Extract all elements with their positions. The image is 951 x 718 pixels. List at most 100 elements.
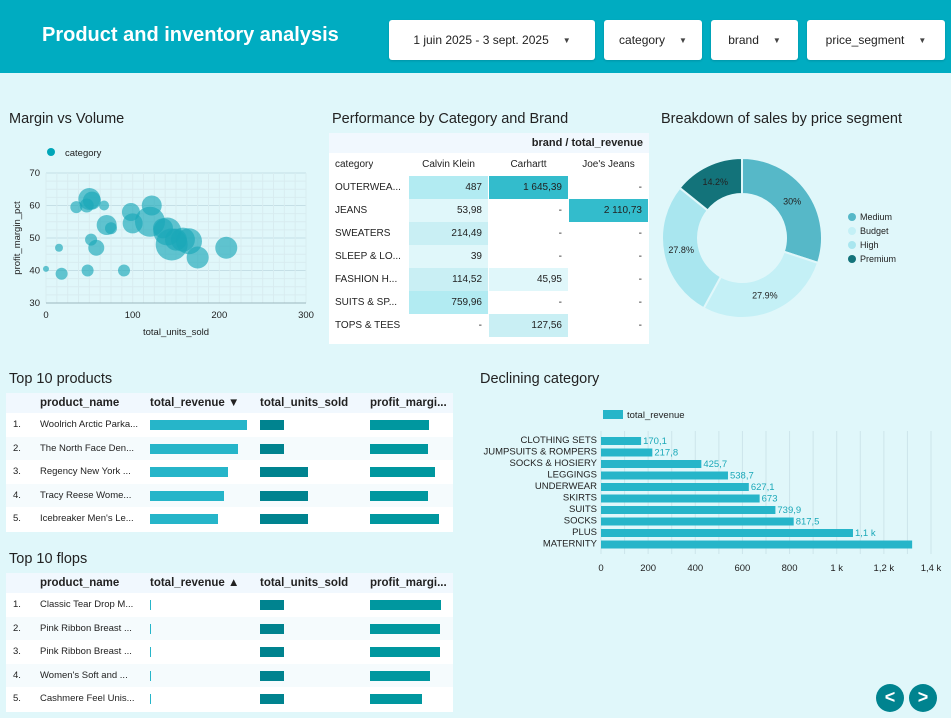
pivot-cell: 45,95 bbox=[489, 268, 568, 291]
units-bar bbox=[260, 443, 284, 454]
table-row[interactable]: 2. Pink Ribbon Breast ... bbox=[6, 616, 453, 641]
table-row[interactable]: 4. Women's Soft and ... bbox=[6, 663, 453, 688]
pie-value-label: 27.8% bbox=[668, 245, 694, 255]
scatter-point[interactable] bbox=[141, 195, 162, 216]
top-products-title: Top 10 products bbox=[9, 371, 113, 387]
scatter-point[interactable] bbox=[81, 264, 94, 277]
table-row[interactable]: 3. Pink Ribbon Breast ... bbox=[6, 640, 453, 664]
table-row[interactable]: 2. The North Face Den... bbox=[6, 436, 453, 461]
bar-value-label: 425,7 bbox=[703, 459, 727, 470]
row-number: 1. bbox=[13, 599, 21, 610]
dashboard-header: Product and inventory analysis 1 juin 20… bbox=[0, 0, 951, 73]
bar-value-label: 739,9 bbox=[777, 505, 801, 516]
next-page-button[interactable]: > bbox=[909, 684, 937, 712]
bar[interactable] bbox=[601, 494, 760, 503]
scatter-point[interactable] bbox=[43, 265, 49, 272]
x-tick-label: 300 bbox=[298, 310, 314, 321]
table-row[interactable]: 5. Cashmere Feel Unis... bbox=[6, 687, 453, 711]
pivot-cell: 39 bbox=[409, 245, 488, 268]
pivot-cell: 759,96 bbox=[409, 291, 488, 314]
bar-legend-label: total_revenue bbox=[627, 410, 685, 421]
pivot-cell: 2 110,73 bbox=[569, 199, 648, 222]
scatter-point[interactable] bbox=[55, 243, 63, 252]
pivot-cell: - bbox=[638, 297, 642, 308]
scatter-point[interactable] bbox=[88, 239, 105, 256]
x-tick-label: 400 bbox=[687, 563, 703, 574]
table-row[interactable]: 5. Icebreaker Men's Le... bbox=[6, 507, 453, 531]
brand-filter[interactable]: brand ▼ bbox=[711, 20, 798, 60]
margin-bar bbox=[370, 443, 429, 454]
scatter-point[interactable] bbox=[82, 191, 101, 210]
pie-slice[interactable] bbox=[702, 250, 820, 319]
pivot-column-header: Carhartt bbox=[510, 159, 547, 170]
legend-marker bbox=[47, 148, 55, 156]
row-number: 5. bbox=[13, 693, 21, 704]
pivot-row-label: JEANS bbox=[335, 205, 368, 216]
legend-marker bbox=[848, 241, 856, 249]
column-header[interactable]: profit_margi... bbox=[370, 393, 450, 413]
scatter-point[interactable] bbox=[215, 236, 238, 259]
pivot-cell: - bbox=[638, 228, 642, 239]
legend-label: High bbox=[860, 240, 879, 250]
x-tick-label: 200 bbox=[640, 563, 656, 574]
previous-page-button[interactable]: < bbox=[876, 684, 904, 712]
pivot-row-label: SUITS & SP... bbox=[335, 297, 398, 308]
column-header[interactable]: profit_margi... bbox=[370, 573, 450, 593]
revenue-bar bbox=[150, 514, 218, 524]
bar[interactable] bbox=[601, 517, 794, 526]
bar[interactable] bbox=[601, 529, 853, 537]
x-tick-label: 200 bbox=[211, 310, 227, 321]
bar[interactable] bbox=[601, 471, 728, 480]
bar[interactable] bbox=[601, 460, 702, 468]
scatter-point[interactable] bbox=[105, 222, 117, 235]
table-row[interactable]: 4. Tracy Reese Wome... bbox=[6, 483, 453, 508]
price-segment-filter[interactable]: price_segment ▼ bbox=[807, 20, 945, 60]
scatter-point[interactable] bbox=[55, 267, 68, 280]
row-number: 2. bbox=[13, 442, 21, 454]
column-header[interactable]: total_units_sold bbox=[260, 573, 366, 593]
pivot-cell: - bbox=[638, 251, 642, 262]
margin-bar bbox=[370, 647, 440, 657]
caret-down-icon: ▼ bbox=[679, 35, 687, 45]
top-flops-table: product_name total_revenue ▲ total_units_s… bbox=[6, 573, 453, 712]
scatter-point[interactable] bbox=[118, 264, 130, 277]
chevron-left-icon: < bbox=[884, 687, 896, 707]
column-header[interactable]: total_revenue ▼ bbox=[150, 393, 256, 413]
bar-legend-marker bbox=[603, 410, 623, 419]
table-row[interactable]: 1. Woolrich Arctic Parka... bbox=[6, 413, 453, 437]
bar[interactable] bbox=[601, 483, 749, 491]
pivot-cell: - bbox=[638, 182, 642, 193]
pivot-cell: - bbox=[558, 205, 562, 216]
bar[interactable] bbox=[601, 540, 913, 549]
x-tick-label: 600 bbox=[734, 563, 750, 574]
pivot-table: brand / total_revenue category Calvin Kl… bbox=[329, 133, 649, 344]
bar[interactable] bbox=[601, 506, 776, 514]
pivot-row-label: SLEEP & LO... bbox=[335, 251, 401, 262]
column-header[interactable]: product_name bbox=[40, 393, 146, 413]
category-label: UNDERWEAR bbox=[535, 481, 597, 492]
scatter-point[interactable] bbox=[186, 246, 209, 269]
date-range-filter[interactable]: 1 juin 2025 - 3 sept. 2025 ▼ bbox=[389, 20, 595, 60]
column-header[interactable]: total_revenue ▲ bbox=[150, 573, 256, 593]
product-name: Tracy Reese Wome... bbox=[40, 489, 132, 501]
bar[interactable] bbox=[601, 437, 642, 445]
scatter-point[interactable] bbox=[99, 200, 110, 211]
margin-bar bbox=[370, 514, 439, 524]
category-filter-label: category bbox=[619, 33, 666, 47]
top-products-table: product_name total_revenue ▼ total_units_s… bbox=[6, 393, 453, 532]
category-filter[interactable]: category ▼ bbox=[604, 20, 702, 60]
product-name: Pink Ribbon Breast ... bbox=[40, 622, 132, 634]
pivot-cell: - bbox=[558, 297, 562, 308]
table-row[interactable]: 3. Regency New York ... bbox=[6, 460, 453, 484]
column-header[interactable]: product_name bbox=[40, 573, 146, 593]
units-bar bbox=[260, 623, 284, 634]
bar-value-label: 170,1 bbox=[643, 436, 667, 447]
pie-slice[interactable] bbox=[741, 156, 823, 265]
units-bar bbox=[260, 514, 308, 524]
bar[interactable] bbox=[601, 448, 653, 457]
table-row[interactable]: 1. Classic Tear Drop M... bbox=[6, 593, 453, 617]
chevron-right-icon: > bbox=[917, 687, 929, 707]
price-segment-filter-label: price_segment bbox=[825, 33, 905, 47]
column-header[interactable]: total_units_sold bbox=[260, 393, 366, 413]
category-label: LEGGINGS bbox=[547, 470, 597, 481]
